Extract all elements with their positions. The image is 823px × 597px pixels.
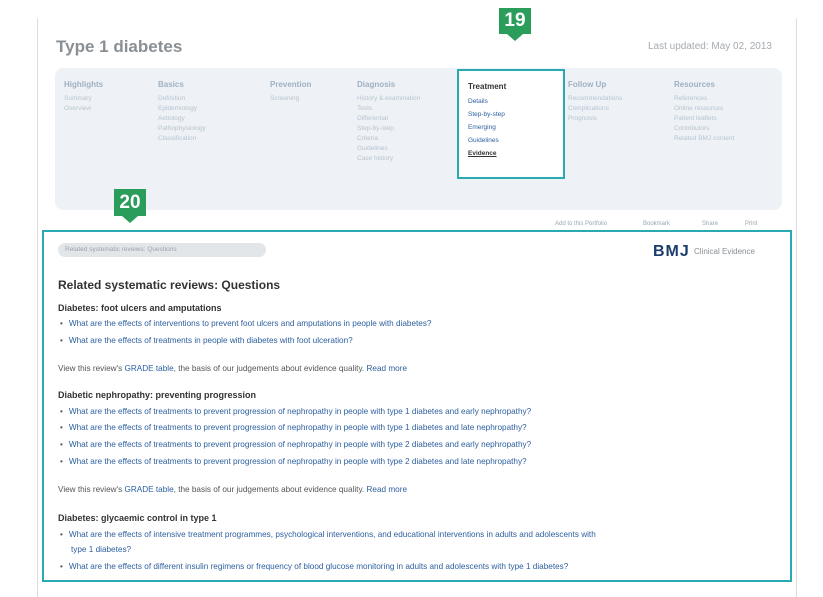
nav-head-basics: Basics [158,80,184,89]
grade-table-link[interactable]: GRADE table [125,485,174,494]
nav-link-diagnosis-step-by-step[interactable]: Step-by-step [357,124,420,134]
nav-link-overview[interactable]: Overview [64,104,103,114]
callout-badge-19: 19 [499,8,531,41]
treatment-nav-highlight: Treatment Details Step-by-step Emerging … [457,69,565,179]
nav-link-related-bmj[interactable]: Related BMJ content [674,134,734,144]
nav-link-summary[interactable]: Summary [64,94,103,104]
bookmark-link[interactable]: Bookmark [643,221,670,227]
nav-head-follow-up: Follow Up [568,80,607,89]
share-link[interactable]: Share [702,221,718,227]
nav-link-case-history[interactable]: Case history [357,154,420,164]
nav-column-follow-up: Follow Up Recommendations Complications … [568,80,622,124]
nav-link-epidemiology[interactable]: Epidemiology [158,104,206,114]
nav-link-pathophysiology[interactable]: Pathophysiology [158,124,206,134]
add-to-portfolio-link[interactable]: Add to this Portfolio [555,221,607,227]
question-link[interactable]: What are the effects of interventions to… [60,319,432,328]
nav-link-differential[interactable]: Differential [357,114,420,124]
nav-column-resources: Resources References Online resources Pa… [674,80,734,144]
nav-link-treatment-step-by-step[interactable]: Step-by-step [468,111,505,118]
question-link-continuation[interactable]: type 1 diabetes? [60,545,131,554]
grade-table-link[interactable]: GRADE table [125,364,174,373]
nav-link-aetiology[interactable]: Aetiology [158,114,206,124]
nav-link-patient-leaflets[interactable]: Patient leaflets [674,114,734,124]
nav-column-highlights: Highlights Summary Overview [64,80,103,114]
question-link[interactable]: What are the effects of treatments to pr… [60,457,527,466]
nav-head-diagnosis: Diagnosis [357,80,396,89]
nav-column-basics: Basics Definition Epidemiology Aetiology… [158,80,206,144]
nav-link-treatment-guidelines[interactable]: Guidelines [468,137,499,144]
nav-column-prevention: Prevention Screening [270,80,311,104]
print-link[interactable]: Print [745,221,757,227]
review-title: Diabetes: glycaemic control in type 1 [58,513,217,523]
section-tab-pill[interactable]: Related systematic reviews: Questions [58,243,266,257]
nav-link-treatment-details[interactable]: Details [468,98,488,105]
grade-note-suffix: , the basis of our judgements about evid… [173,364,365,373]
grade-note-prefix: View this review's [58,364,123,373]
nav-head-prevention: Prevention [270,80,312,89]
nav-link-history-exam[interactable]: History & examination [357,94,420,104]
page-title: Type 1 diabetes [56,37,183,56]
read-more-link[interactable]: Read more [367,364,408,373]
section-heading: Related systematic reviews: Questions [58,278,281,292]
nav-link-complications[interactable]: Complications [568,104,622,114]
nav-column-diagnosis: Diagnosis History & examination Tests Di… [357,80,420,164]
bmj-logo: BMJ [653,243,690,260]
nav-link-prognosis[interactable]: Prognosis [568,114,622,124]
grade-note-suffix: , the basis of our judgements about evid… [173,485,365,494]
question-link[interactable]: What are the effects of treatments to pr… [60,440,531,449]
nav-link-screening[interactable]: Screening [270,94,311,104]
nav-link-definition[interactable]: Definition [158,94,206,104]
question-link[interactable]: What are the effects of different insuli… [60,562,568,571]
question-link[interactable]: What are the effects of intensive treatm… [60,530,596,539]
nav-head-highlights: Highlights [64,80,104,89]
bmj-logo-subtitle: Clinical Evidence [694,247,755,256]
last-updated: Last updated: May 02, 2013 [648,41,772,52]
nav-link-criteria[interactable]: Criteria [357,134,420,144]
review-title: Diabetic nephropathy: preventing progres… [58,390,257,400]
read-more-link[interactable]: Read more [367,485,408,494]
nav-link-references[interactable]: References [674,94,734,104]
nav-link-classification[interactable]: Classification [158,134,206,144]
nav-link-recommendations[interactable]: Recommendations [568,94,622,104]
grade-note-prefix: View this review's [58,485,123,494]
nav-link-evidence[interactable]: Evidence [468,150,497,157]
nav-head-treatment: Treatment [468,82,507,91]
question-link[interactable]: What are the effects of treatments to pr… [60,423,527,432]
review-title: Diabetes: foot ulcers and amputations [58,303,222,313]
nav-head-resources: Resources [674,80,715,89]
nav-link-emerging[interactable]: Emerging [468,124,496,131]
nav-link-contributors[interactable]: Contributors [674,124,734,134]
grade-note: View this review's GRADE table, the basi… [58,364,407,373]
nav-link-diagnosis-guidelines[interactable]: Guidelines [357,144,420,154]
callout-badge-20: 20 [114,189,146,223]
question-link[interactable]: What are the effects of treatments to pr… [60,407,531,416]
question-link[interactable]: What are the effects of treatments in pe… [60,336,353,345]
nav-link-tests[interactable]: Tests [357,104,420,114]
grade-note: View this review's GRADE table, the basi… [58,485,407,494]
nav-link-online-resources[interactable]: Online resources [674,104,734,114]
